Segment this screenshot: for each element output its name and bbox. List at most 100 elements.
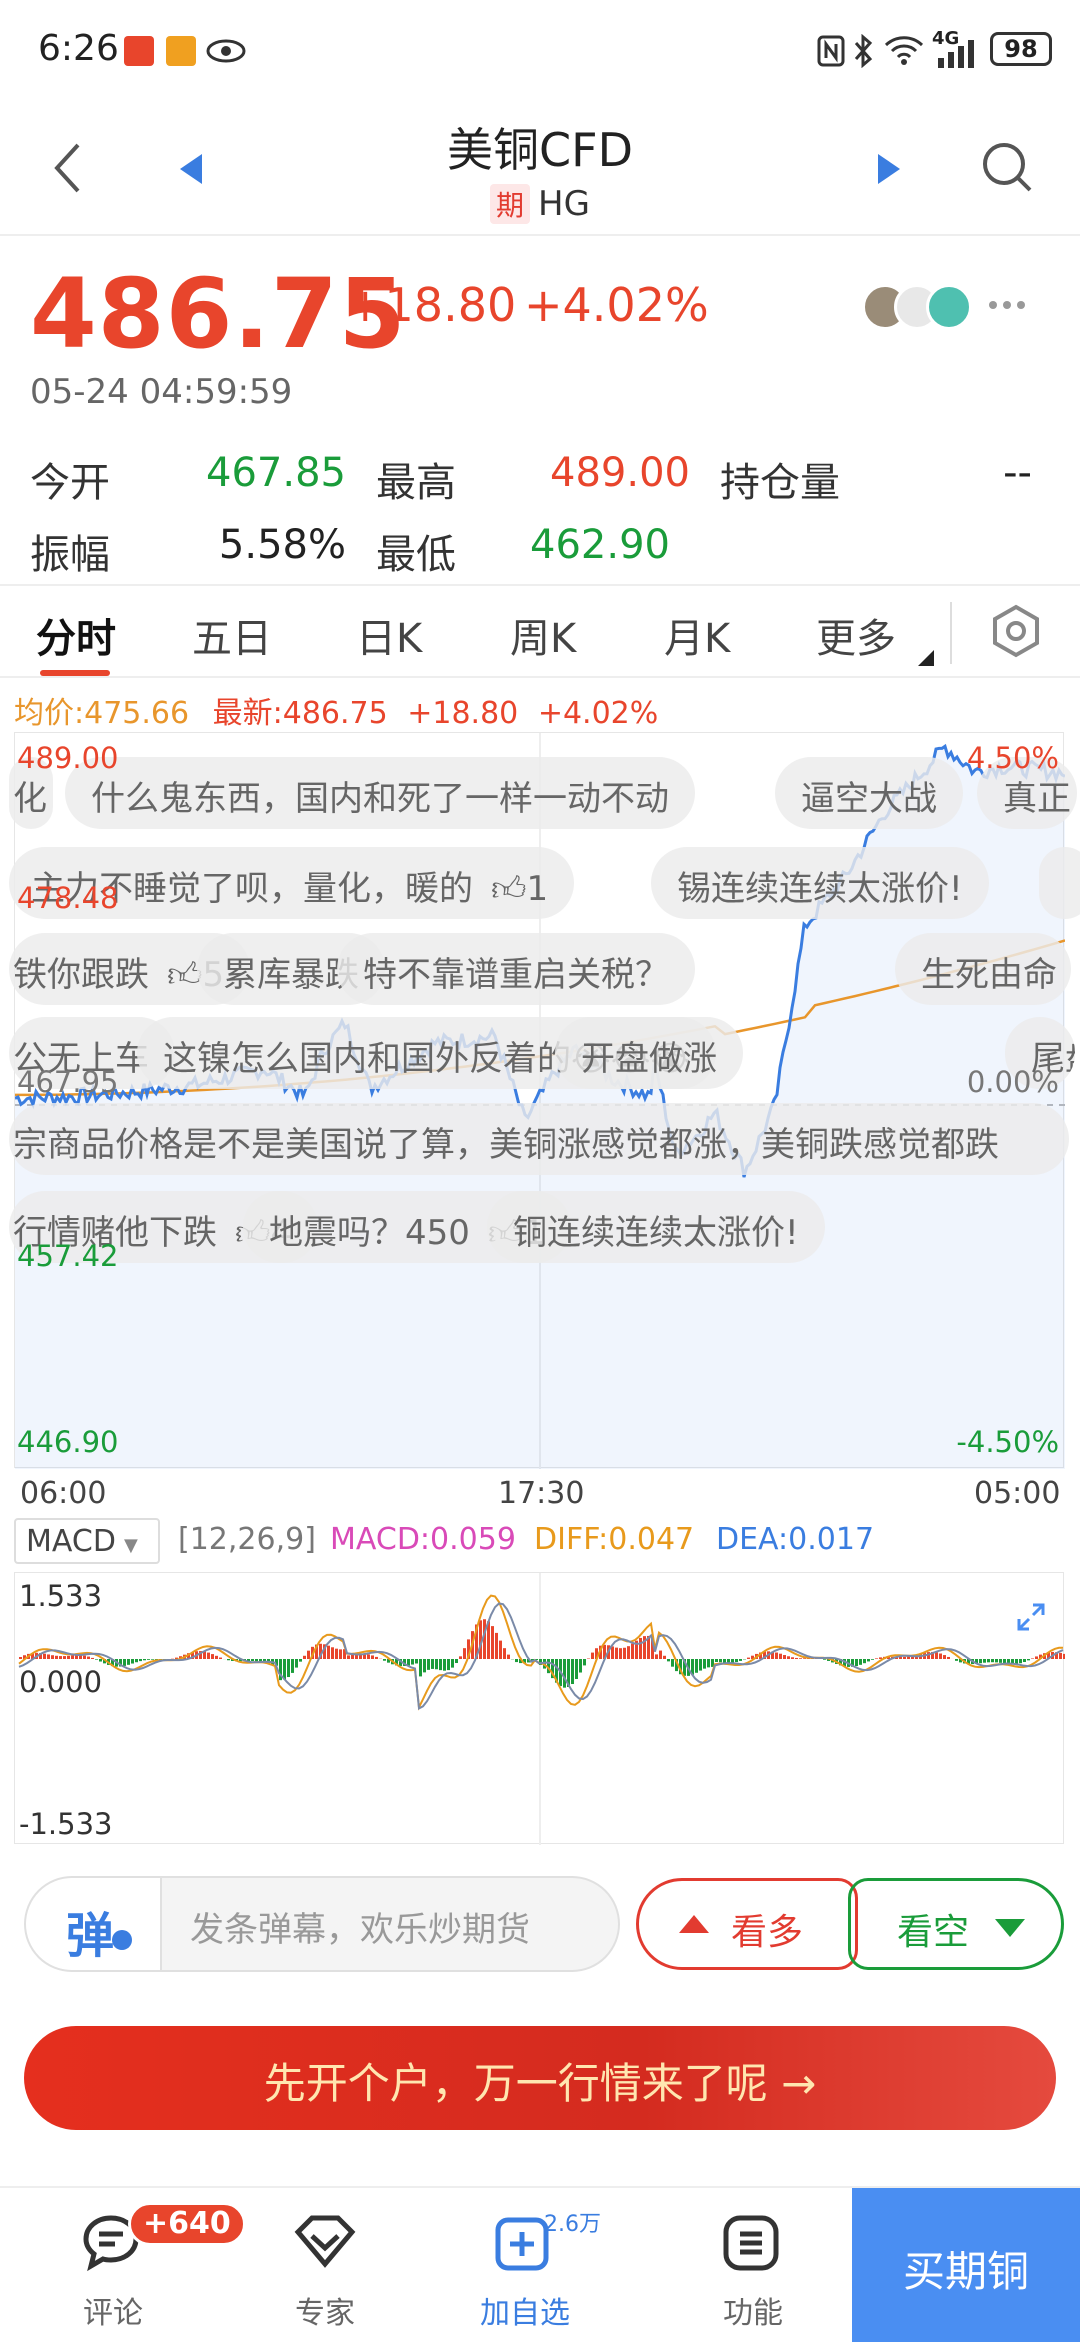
- macd-bar: [287, 1659, 290, 1677]
- macd-bar: [123, 1659, 126, 1666]
- macd-bar: [47, 1654, 50, 1659]
- danmu-toggle-button[interactable]: 弹: [26, 1878, 162, 1970]
- pct-axis-label: -4.50%: [956, 1425, 1059, 1459]
- header: 美铜CFD 期HG: [0, 100, 1080, 236]
- macd-bar: [935, 1652, 938, 1659]
- latest-change: +18.80: [407, 696, 518, 731]
- tab-weekly-k[interactable]: 周K: [510, 606, 576, 664]
- active-tab-indicator: [40, 670, 110, 676]
- settings-icon[interactable]: [990, 604, 1042, 660]
- low-label: 最低: [376, 522, 456, 580]
- macd-bar: [443, 1659, 446, 1671]
- macd-bar: [611, 1646, 614, 1659]
- macd-bar: [627, 1646, 630, 1659]
- macd-bar: [719, 1659, 722, 1662]
- macd-bar: [783, 1655, 786, 1659]
- macd-bar: [331, 1647, 334, 1659]
- macd-bar: [939, 1654, 942, 1659]
- avg-price: 均价:475.66: [14, 696, 189, 731]
- macd-bar: [491, 1626, 494, 1659]
- tab-five-day[interactable]: 五日: [192, 606, 272, 664]
- danmu-icon: 弹: [66, 1896, 114, 1966]
- macd-bar: [715, 1659, 718, 1662]
- tab-daily-k[interactable]: 日K: [356, 606, 422, 664]
- macd-bar: [151, 1659, 154, 1660]
- macd-value: MACD:0.059: [330, 1522, 516, 1557]
- danmu-input-row: 弹 发条弹幕，欢乐炒期货 看多 看空: [24, 1876, 1064, 1972]
- macd-bar: [943, 1655, 946, 1659]
- macd-bar: [227, 1659, 230, 1660]
- macd-bar: [371, 1655, 374, 1659]
- diff-value: DIFF:0.047: [534, 1522, 694, 1557]
- macd-bar: [135, 1659, 138, 1662]
- nav-comment-label: 评论: [28, 2288, 198, 2332]
- bullish-button[interactable]: 看多: [636, 1878, 858, 1970]
- macd-bar: [143, 1659, 146, 1660]
- dea-value: DEA:0.017: [716, 1522, 874, 1557]
- video-app-icon: [166, 36, 196, 66]
- macd-bar: [367, 1654, 370, 1659]
- macd-y-label: -1.533: [19, 1807, 113, 1841]
- danmu-input[interactable]: 弹 发条弹幕，欢乐炒期货: [24, 1876, 620, 1972]
- macd-bar: [631, 1644, 634, 1659]
- macd-bar: [327, 1646, 330, 1659]
- buy-futures-button[interactable]: 买期铜: [852, 2188, 1080, 2342]
- danmu-bubble: 锡连续连续太涨价!: [651, 847, 989, 919]
- macd-bar: [59, 1656, 62, 1659]
- nav-functions[interactable]: 功能: [668, 2188, 838, 2342]
- avatar[interactable]: [926, 284, 972, 330]
- macd-bar: [91, 1658, 94, 1659]
- comment-count-badge: +640: [128, 2202, 246, 2246]
- instrument-code: 期HG: [0, 184, 1080, 224]
- next-instrument-icon[interactable]: [876, 152, 902, 186]
- macd-bar: [63, 1656, 66, 1659]
- amplitude-label: 振幅: [30, 522, 110, 580]
- macd-bar: [219, 1658, 222, 1659]
- more-icon[interactable]: [988, 300, 1026, 310]
- danmu-bubble: 逼空大战: [775, 757, 963, 829]
- tab-monthly-k[interactable]: 月K: [664, 606, 730, 664]
- macd-bar: [215, 1656, 218, 1659]
- y-axis-label: 467.95: [17, 1065, 118, 1099]
- macd-bar: [83, 1656, 86, 1659]
- macd-chart[interactable]: 1.533 0.000 -1.533: [14, 1572, 1064, 1844]
- pct-axis-label: 4.50%: [967, 741, 1059, 775]
- macd-bar: [663, 1656, 666, 1659]
- macd-bar: [739, 1659, 742, 1661]
- nav-add-watchlist[interactable]: 加自选 2.6万: [440, 2188, 610, 2342]
- quote-panel: 486.75 +18.80 +4.02% 05-24 04:59:59 今开 4…: [0, 236, 1080, 586]
- macd-y-label: 0.000: [19, 1665, 102, 1699]
- macd-bar: [431, 1659, 434, 1669]
- macd-bar: [735, 1659, 738, 1662]
- macd-bar: [375, 1657, 378, 1659]
- macd-bar: [731, 1659, 734, 1663]
- indicator-select[interactable]: MACD▼: [14, 1518, 160, 1564]
- macd-bar: [295, 1659, 298, 1668]
- nav-expert[interactable]: 专家: [240, 2188, 410, 2342]
- macd-bar: [339, 1649, 342, 1659]
- macd-bar: [659, 1651, 662, 1659]
- macd-bar: [291, 1659, 294, 1673]
- bearish-button[interactable]: 看空: [848, 1878, 1064, 1970]
- open-account-button[interactable]: 先开个户，万一行情来了呢 →: [24, 2026, 1056, 2130]
- macd-bar: [1035, 1656, 1038, 1659]
- latest-pct: +4.02%: [538, 696, 658, 731]
- nav-functions-label: 功能: [668, 2288, 838, 2332]
- expand-icon[interactable]: [1011, 1597, 1051, 1637]
- high-label: 最高: [376, 450, 456, 508]
- macd-bar: [335, 1649, 338, 1659]
- tab-more[interactable]: 更多: [816, 606, 896, 664]
- macd-bar: [855, 1659, 858, 1666]
- price-chart-svg: [15, 733, 1065, 1469]
- macd-bar: [307, 1651, 310, 1659]
- intraday-chart[interactable]: 化 什么鬼东西，国内和死了一样一动不动 逼空大战 真正 主力不睡觉了呗，量化，暖…: [14, 732, 1064, 1468]
- macd-bar: [439, 1659, 442, 1670]
- tab-intraday[interactable]: 分时: [36, 606, 116, 664]
- macd-bar: [563, 1659, 566, 1688]
- danmu-bubble: 铜连续连续太涨价!: [487, 1191, 825, 1263]
- macd-bar: [455, 1659, 458, 1663]
- search-icon[interactable]: [980, 140, 1034, 194]
- macd-bar: [695, 1659, 698, 1673]
- thumb-up-icon[interactable]: 👍︎: [491, 869, 527, 909]
- macd-bar: [999, 1659, 1002, 1663]
